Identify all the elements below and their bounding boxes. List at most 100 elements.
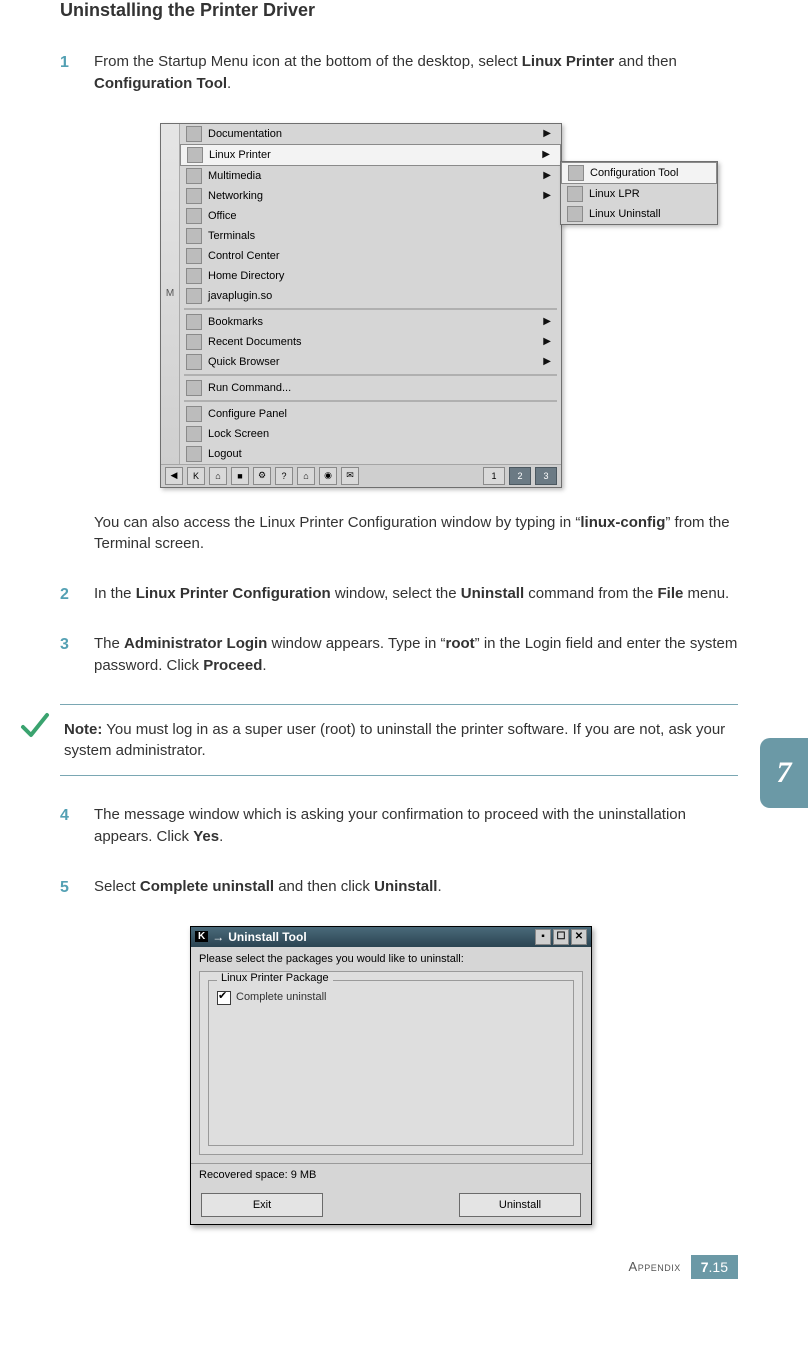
footer-appendix: Appendix [629, 1259, 681, 1274]
chevron-right-icon: ▶ [542, 149, 554, 160]
taskbar-control-icon[interactable]: ⚙ [253, 467, 271, 485]
menu-separator [184, 400, 557, 402]
taskbar-home-icon[interactable]: ⌂ [297, 467, 315, 485]
plugin-icon [186, 288, 202, 304]
menu-item-control-center[interactable]: Control Center [180, 246, 561, 266]
dialog-buttons: Exit Uninstall [191, 1186, 591, 1224]
taskbar-kmenu-icon[interactable]: K [187, 467, 205, 485]
dialog-instruction: Please select the packages you would lik… [191, 947, 591, 971]
settings-icon [186, 248, 202, 264]
menu-item-javaplugin[interactable]: javaplugin.so [180, 286, 561, 306]
note-label: Note: [64, 721, 102, 738]
chapter-tab: 7 [760, 738, 808, 808]
note-text: You must log in as a super user (root) t… [64, 721, 725, 759]
step-1: 1 From the Startup Menu icon at the bott… [94, 51, 738, 95]
menu-item-networking[interactable]: Networking▶ [180, 186, 561, 206]
desktop-1-button[interactable]: 1 [483, 467, 505, 485]
menu-item-lock-screen[interactable]: Lock Screen [180, 424, 561, 444]
browser-icon [186, 354, 202, 370]
menu-separator [184, 374, 557, 376]
menu-item-linux-printer[interactable]: Linux Printer▶ Configuration Tool Linux … [180, 144, 561, 166]
arrow-icon: → [212, 930, 224, 944]
step-1-text: From the Startup Menu icon at the bottom… [94, 53, 677, 92]
office-icon [186, 208, 202, 224]
submenu-item-config-tool[interactable]: Configuration Tool [561, 162, 717, 184]
taskbar-help-icon[interactable]: ? [275, 467, 293, 485]
menu-item-bookmarks[interactable]: Bookmarks▶ [180, 312, 561, 332]
taskbar-globe-icon[interactable]: ◉ [319, 467, 337, 485]
network-icon [186, 188, 202, 204]
menu-item-logout[interactable]: Logout [180, 444, 561, 464]
document-icon [186, 334, 202, 350]
step-5-text: Select Complete uninstall and then click… [94, 878, 442, 895]
chevron-right-icon: ▶ [543, 336, 555, 347]
uninstall-dialog: K → Uninstall Tool ▪ ☐ ✕ Please select t… [190, 926, 592, 1225]
page-title: Uninstalling the Printer Driver [60, 0, 738, 21]
step-4-number: 4 [60, 804, 69, 827]
page-footer: Appendix 7.15 [60, 1255, 738, 1279]
menu-item-home-directory[interactable]: Home Directory [180, 266, 561, 286]
chevron-right-icon: ▶ [543, 190, 555, 201]
desktop-2-button[interactable]: 2 [509, 467, 531, 485]
submenu-item-linux-lpr[interactable]: Linux LPR [561, 184, 717, 204]
menu-list: Documentation▶ Linux Printer▶ Configurat… [180, 124, 561, 464]
step-3: 3 The Administrator Login window appears… [94, 633, 738, 677]
figure-uninstall-dialog: K → Uninstall Tool ▪ ☐ ✕ Please select t… [190, 926, 738, 1225]
chevron-right-icon: ▶ [543, 316, 555, 327]
menu-item-run-command[interactable]: Run Command... [180, 378, 561, 398]
step-2: 2 In the Linux Printer Configuration win… [94, 583, 738, 605]
menu-item-configure-panel[interactable]: Configure Panel [180, 404, 561, 424]
checkbox-icon[interactable] [217, 991, 231, 1005]
step-1-number: 1 [60, 51, 69, 74]
checkmark-icon [20, 711, 50, 741]
menu-item-terminals[interactable]: Terminals [180, 226, 561, 246]
step-5-number: 5 [60, 876, 69, 899]
taskbar-desktop-icon[interactable]: ⌂ [209, 467, 227, 485]
submenu-item-linux-uninstall[interactable]: Linux Uninstall [561, 204, 717, 224]
menu-item-quick-browser[interactable]: Quick Browser▶ [180, 352, 561, 372]
k-icon: K [195, 931, 208, 942]
step-1-continuation: You can also access the Linux Printer Co… [94, 512, 738, 556]
fieldset-legend: Linux Printer Package [217, 972, 333, 984]
chevron-right-icon: ▶ [543, 170, 555, 181]
printer-icon [567, 186, 583, 202]
step-1b-text: You can also access the Linux Printer Co… [94, 514, 730, 553]
printer-icon [187, 147, 203, 163]
menu-item-office[interactable]: Office [180, 206, 561, 226]
complete-uninstall-option[interactable]: Complete uninstall [217, 991, 327, 1003]
dialog-title: Uninstall Tool [228, 930, 306, 944]
menu-item-multimedia[interactable]: Multimedia▶ [180, 166, 561, 186]
taskbar-mail-icon[interactable]: ✉ [341, 467, 359, 485]
tool-icon [568, 165, 584, 181]
terminal-icon [186, 228, 202, 244]
run-icon [186, 380, 202, 396]
menu-item-documentation[interactable]: Documentation▶ [180, 124, 561, 144]
dialog-status: Recovered space: 9 MB [191, 1163, 591, 1186]
uninstall-button[interactable]: Uninstall [459, 1193, 581, 1217]
close-icon[interactable]: ✕ [571, 929, 587, 945]
step-3-number: 3 [60, 633, 69, 656]
folder-icon [186, 126, 202, 142]
step-3-text: The Administrator Login window appears. … [94, 635, 737, 674]
bookmark-icon [186, 314, 202, 330]
submenu-linux-printer: Configuration Tool Linux LPR Linux Unins… [560, 161, 718, 225]
menu-item-recent-documents[interactable]: Recent Documents▶ [180, 332, 561, 352]
menu-side-letter: M [161, 124, 180, 464]
step-5: 5 Select Complete uninstall and then cli… [94, 876, 738, 898]
dialog-titlebar[interactable]: K → Uninstall Tool ▪ ☐ ✕ [191, 927, 591, 947]
uninstall-icon [567, 206, 583, 222]
chevron-right-icon: ▶ [543, 356, 555, 367]
exit-button[interactable]: Exit [201, 1193, 323, 1217]
footer-page-number: 7.15 [691, 1255, 738, 1279]
step-2-number: 2 [60, 583, 69, 606]
start-menu: M Documentation▶ Linux Printer▶ Configur… [160, 123, 562, 488]
desktop-3-button[interactable]: 3 [535, 467, 557, 485]
media-icon [186, 168, 202, 184]
menu-separator [184, 308, 557, 310]
step-4-text: The message window which is asking your … [94, 806, 686, 845]
taskbar-terminal-icon[interactable]: ■ [231, 467, 249, 485]
minimize-icon[interactable]: ▪ [535, 929, 551, 945]
maximize-icon[interactable]: ☐ [553, 929, 569, 945]
step-4: 4 The message window which is asking you… [94, 804, 738, 848]
taskbar-collapse-icon[interactable]: ◀ [165, 467, 183, 485]
